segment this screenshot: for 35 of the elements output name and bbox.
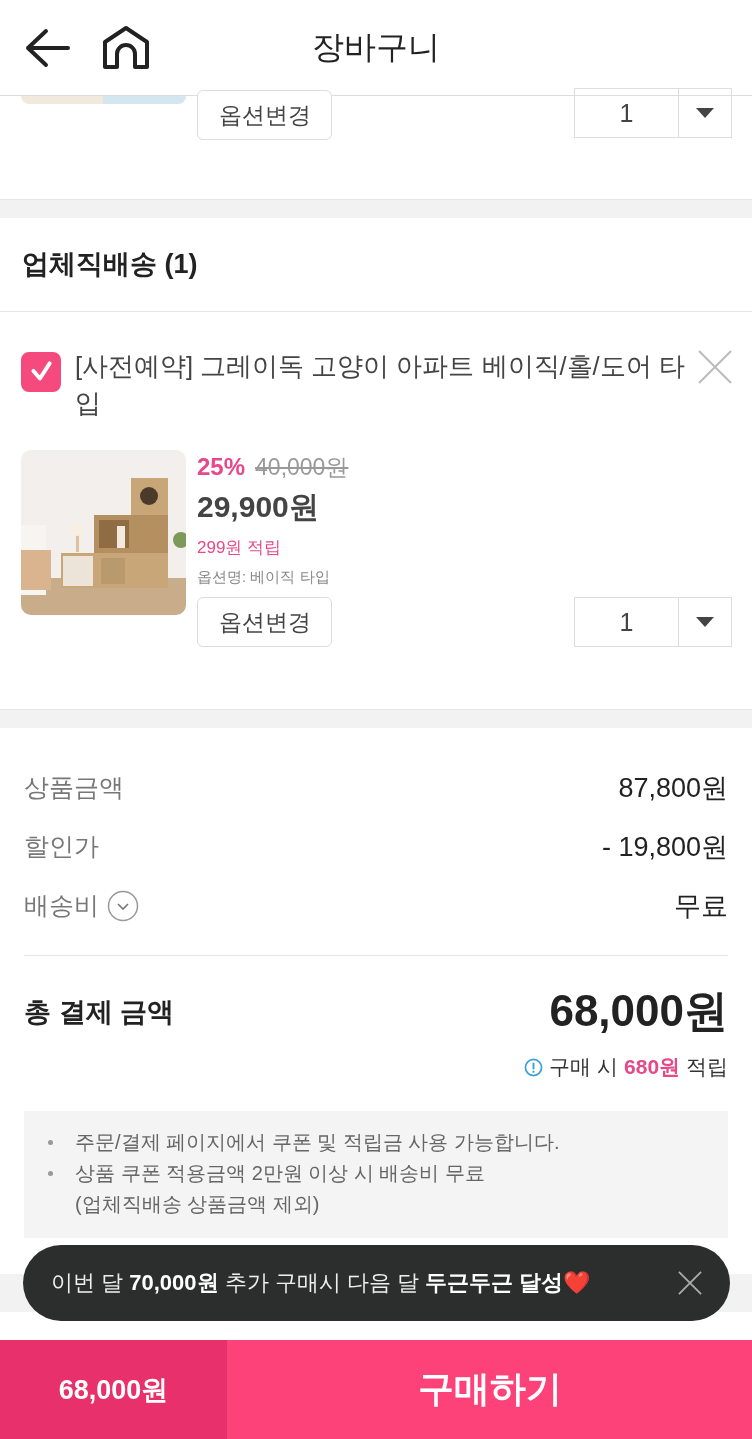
info-icon bbox=[524, 1057, 544, 1077]
dropdown-caret-icon bbox=[696, 108, 714, 118]
page-title: 장바구니 bbox=[311, 27, 441, 67]
option-change-button[interactable]: 옵션변경 bbox=[197, 597, 332, 647]
total-amount: 68,000원 bbox=[549, 985, 728, 1037]
original-price: 40,000원 bbox=[255, 453, 349, 482]
quantity-select[interactable]: 1 bbox=[574, 597, 732, 647]
back-arrow-icon[interactable] bbox=[24, 27, 70, 68]
summary-value: 무료 bbox=[674, 889, 728, 923]
bullet-icon bbox=[48, 1140, 53, 1145]
section-title: 업체직배송 (1) bbox=[0, 218, 752, 312]
summary-label: 할인가 bbox=[24, 831, 99, 862]
total-price-bar: 68,000원 bbox=[0, 1340, 227, 1439]
toast-text: 이번 달 70,000원 추가 구매시 다음 달 두근두근 달성❤ bbox=[51, 1269, 591, 1297]
option-name: 옵션명: 베이직 타입 bbox=[197, 568, 331, 587]
option-change-button[interactable]: 옵션변경 bbox=[197, 90, 332, 140]
summary-value: 87,800원 bbox=[618, 771, 728, 805]
notice-text: 상품 쿠폰 적용금액 2만원 이상 시 배송비 무료 (업체직배송 상품금액 제외) bbox=[75, 1161, 486, 1217]
checkbox[interactable] bbox=[21, 352, 61, 392]
notice-text: 주문/결제 페이지에서 쿠폰 및 적립금 사용 가능합니다. bbox=[75, 1130, 560, 1155]
points-text: 299원 적립 bbox=[197, 537, 283, 559]
product-name[interactable]: [사전예약] 그레이독 고양이 아파트 베이직/홀/도어 타입 bbox=[75, 344, 688, 422]
expand-chevron-icon[interactable] bbox=[107, 889, 139, 922]
discount-rate: 25% bbox=[197, 453, 246, 481]
summary-label: 상품금액 bbox=[24, 772, 124, 803]
sale-price: 29,900원 bbox=[197, 489, 320, 525]
close-icon[interactable] bbox=[678, 1271, 702, 1295]
quantity-select[interactable]: 1 bbox=[574, 88, 732, 138]
summary-label: 배송비 bbox=[24, 890, 99, 921]
dropdown-caret-icon bbox=[696, 617, 714, 627]
bullet-icon bbox=[48, 1171, 53, 1176]
summary-value: - 19,800원 bbox=[601, 830, 728, 864]
home-icon[interactable] bbox=[102, 24, 150, 71]
points-note: 구매 시 680원 적립 bbox=[549, 1054, 728, 1080]
total-label: 총 결제 금액 bbox=[24, 995, 174, 1029]
